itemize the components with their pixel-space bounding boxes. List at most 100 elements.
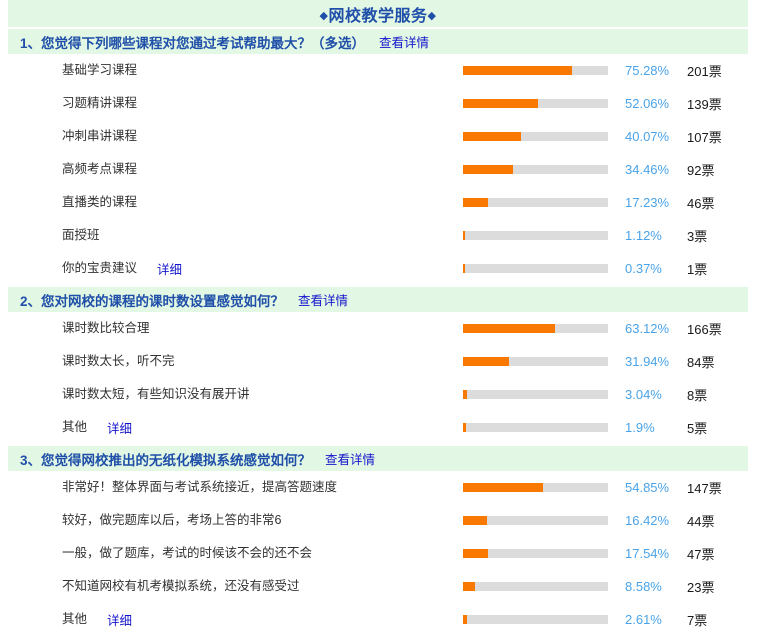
page-title: ◆网校教学服务◆ [320, 2, 437, 26]
votes-count: 147票 [687, 481, 722, 496]
bar-track [463, 66, 608, 75]
option-result: 31.94% 84票 [463, 345, 714, 378]
option-row: 基础学习课程 75.28% 201票 [0, 54, 764, 87]
option-row: 课时数太长，听不完 31.94% 84票 [0, 345, 764, 378]
bar-track [463, 324, 608, 333]
option-row: 较好，做完题库以后，考场上答的非常6 16.42% 44票 [0, 504, 764, 537]
survey-results-page: ◆网校教学服务◆ 1、您觉得下列哪些课程对您通过考试帮助最大？（多选） 查看详情基… [0, 0, 764, 633]
option-result: 3.04% 8票 [463, 378, 707, 411]
questions-list: 1、您觉得下列哪些课程对您通过考试帮助最大？（多选） 查看详情 基础学习课程 75.2… [0, 29, 764, 636]
option-result: 0.37% 1票 [463, 252, 707, 285]
votes-count: 23票 [687, 580, 715, 595]
votes-count: 44票 [687, 514, 715, 529]
option-result: 54.85% 147票 [463, 471, 722, 504]
option-result: 2.61% 7票 [463, 603, 707, 636]
percent-value: 17.54% [625, 546, 670, 561]
percent-value: 17.23% [625, 195, 670, 210]
option-row: 一般，做了题库，考试的时候该不会的还不会 17.54% 47票 [0, 537, 764, 570]
bar-track [463, 390, 608, 399]
bar-fill [463, 516, 487, 525]
bar-track [463, 549, 608, 558]
percent-value: 3.04% [625, 387, 662, 402]
option-row: 直播类的课程 17.23% 46票 [0, 186, 764, 219]
question-section: 3、您觉得网校推出的无纸化模拟系统感觉如何？ 查看详情非常好！整体界面与考试系统接… [0, 446, 764, 636]
votes-count: 1票 [687, 262, 708, 277]
option-result: 40.07% 107票 [463, 120, 722, 153]
option-rows: 非常好！整体界面与考试系统接近，提高答题速度 54.85% 147票较好，做完题库以… [0, 471, 764, 636]
bar-fill [463, 198, 488, 207]
option-label: 非常好！整体界面与考试系统接近，提高答题速度 [62, 480, 338, 494]
question-section: 1、您觉得下列哪些课程对您通过考试帮助最大？（多选） 查看详情 基础学习课程 75.2… [0, 29, 764, 285]
option-detail-link[interactable]: 详细 [107, 418, 132, 437]
bar-fill [463, 582, 476, 591]
question-section: 2、您对网校的课程的课时数设置感觉如何？ 查看详情 课时数比较合理 63.12% 166… [0, 287, 764, 444]
bar-track [463, 132, 608, 141]
option-label: 不知道网校有机考模拟系统，还没有感受过 [62, 579, 300, 593]
percent-value: 63.12% [625, 321, 670, 336]
bar-fill [463, 423, 466, 432]
option-row: 冲刺串讲课程 40.07% 107票 [0, 120, 764, 153]
page-title-text: 网校教学服务 [328, 7, 428, 25]
option-row: 课时数比较合理 63.12% 166票 [0, 312, 764, 345]
option-row: 面授班 1.12% 3票 [0, 219, 764, 252]
percent-value: 0.37% [625, 261, 662, 276]
bar-fill [463, 165, 513, 174]
bar-track [463, 264, 608, 273]
percent-value: 1.12% [625, 228, 662, 243]
votes-count: 92票 [687, 163, 715, 178]
question-title-text: 您觉得网校推出的无纸化模拟系统感觉如何？ [41, 452, 312, 468]
view-detail-link[interactable]: 查看详情 [379, 32, 429, 51]
option-result: 52.06% 139票 [463, 87, 722, 120]
option-row: 其他 详细 1.9% 5票 [0, 411, 764, 444]
votes-count: 5票 [687, 421, 708, 436]
bar-track [463, 516, 608, 525]
percent-value: 40.07% [625, 129, 670, 144]
diamond-right-icon: ◆ [427, 9, 437, 22]
option-result: 1.12% 3票 [463, 219, 707, 252]
question-title: 3、您觉得网校推出的无纸化模拟系统感觉如何？ [20, 452, 312, 468]
option-label: 高频考点课程 [62, 162, 138, 176]
option-rows: 基础学习课程 75.28% 201票 习题精讲课程 52.06% 139票 冲刺串讲课程 40… [0, 54, 764, 285]
bar-fill [463, 324, 555, 333]
votes-count: 47票 [687, 547, 715, 562]
option-result: 17.54% 47票 [463, 537, 714, 570]
bar-track [463, 423, 608, 432]
option-detail-link[interactable]: 详细 [157, 259, 182, 278]
percent-value: 52.06% [625, 96, 670, 111]
bar-fill [463, 549, 489, 558]
percent-value: 8.58% [625, 579, 662, 594]
bar-fill [463, 231, 465, 240]
option-result: 75.28% 201票 [463, 54, 722, 87]
bar-track [463, 231, 608, 240]
percent-value: 34.46% [625, 162, 670, 177]
option-label: 直播类的课程 [62, 195, 138, 209]
bar-fill [463, 615, 467, 624]
option-label: 其他 [62, 612, 88, 626]
percent-value: 1.9% [625, 420, 655, 435]
option-result: 34.46% 92票 [463, 153, 714, 186]
option-detail-link[interactable]: 详细 [107, 610, 132, 629]
option-rows: 课时数比较合理 63.12% 166票 课时数太长，听不完 31.94% 84票 课时数太短… [0, 312, 764, 444]
bar-track [463, 165, 608, 174]
option-row: 非常好！整体界面与考试系统接近，提高答题速度 54.85% 147票 [0, 471, 764, 504]
bar-fill [463, 390, 468, 399]
question-title-text: 您觉得下列哪些课程对您通过考试帮助最大？（多选） [41, 35, 366, 51]
votes-count: 8票 [687, 388, 708, 403]
option-label: 一般，做了题库，考试的时候该不会的还不会 [62, 546, 313, 560]
view-detail-link[interactable]: 查看详情 [298, 290, 348, 309]
option-label: 基础学习课程 [62, 63, 138, 77]
option-result: 63.12% 166票 [463, 312, 722, 345]
option-label: 其他 [62, 420, 88, 434]
bar-track [463, 198, 608, 207]
option-result: 16.42% 44票 [463, 504, 714, 537]
option-result: 17.23% 46票 [463, 186, 714, 219]
percent-value: 2.61% [625, 612, 662, 627]
page-title-band: ◆网校教学服务◆ [8, 0, 748, 27]
bar-track [463, 615, 608, 624]
option-label: 课时数太长，听不完 [62, 354, 175, 368]
votes-count: 107票 [687, 130, 722, 145]
percent-value: 54.85% [625, 480, 670, 495]
bar-fill [463, 264, 465, 273]
bar-track [463, 483, 608, 492]
view-detail-link[interactable]: 查看详情 [325, 449, 375, 468]
